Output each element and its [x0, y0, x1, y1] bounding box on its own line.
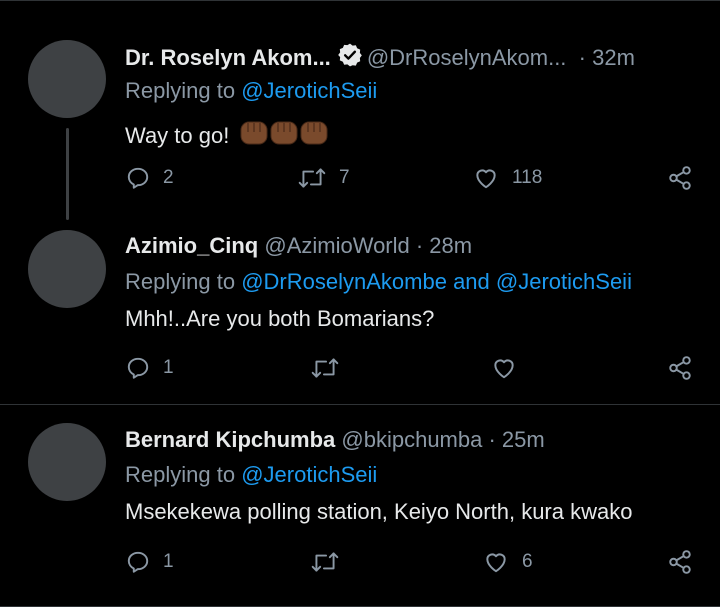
like-icon — [476, 169, 496, 189]
verified-badge-icon — [337, 42, 363, 74]
retweet-button[interactable] — [310, 353, 340, 383]
tweet-header: Azimio_Cinq @AzimioWorld · 28m — [125, 233, 472, 259]
mention-link[interactable]: @DrRoselynAkombe — [241, 269, 447, 294]
author-handle[interactable]: @bkipchumba · 25m — [341, 427, 544, 452]
tweet-3[interactable]: Bernard Kipchumba @bkipchumba · 25m Repl… — [0, 405, 720, 607]
replying-to-prefix: Replying to — [125, 462, 236, 487]
share-icon — [669, 166, 691, 190]
reply-count: 1 — [163, 551, 174, 572]
replying-to-joiner: and — [453, 269, 490, 294]
share-icon — [669, 356, 691, 380]
reply-count: 1 — [163, 357, 174, 378]
author-name[interactable]: Bernard Kipchumba — [125, 427, 335, 452]
like-button[interactable]: 6 — [482, 547, 533, 577]
reply-button[interactable]: 1 — [125, 547, 174, 577]
replying-to-prefix: Replying to — [125, 78, 236, 103]
retweet-button[interactable]: 7 — [297, 163, 350, 193]
reply-count: 2 — [163, 167, 174, 188]
reply-icon — [127, 357, 149, 379]
tweet-actions: 1 6 — [0, 547, 720, 577]
tweet-1[interactable]: Dr. Roselyn Akom... @DrRoselynAkom... · 3… — [0, 0, 720, 220]
retweet-icon — [298, 168, 326, 188]
avatar[interactable] — [28, 40, 106, 118]
author-handle[interactable]: @AzimioWorld · 28m — [264, 233, 472, 258]
tweet-text-content: Way to go! — [125, 123, 230, 148]
replying-to: Replying to @JerotichSeii — [125, 462, 377, 488]
avatar[interactable] — [28, 230, 106, 308]
replying-to: Replying to @JerotichSeii — [125, 78, 377, 104]
reply-icon — [127, 551, 149, 573]
retweet-count: 7 — [339, 167, 350, 188]
tweet-header: Dr. Roselyn Akom... @DrRoselynAkom... · 3… — [125, 42, 635, 74]
replying-to: Replying to @DrRoselynAkombe and @Jeroti… — [125, 269, 632, 295]
avatar[interactable] — [28, 423, 106, 501]
mention-link[interactable]: @JerotichSeii — [496, 269, 632, 294]
reply-icon — [127, 167, 149, 189]
reply-button[interactable]: 2 — [125, 163, 174, 193]
tweet-2[interactable]: Azimio_Cinq @AzimioWorld · 28m Replying … — [0, 215, 720, 405]
retweet-button[interactable] — [310, 547, 340, 577]
tweet-header: Bernard Kipchumba @bkipchumba · 25m — [125, 427, 545, 453]
tweet-actions: 1 — [0, 353, 720, 383]
raised-fist-emoji — [239, 116, 329, 154]
author-handle[interactable]: @DrRoselynAkom... — [367, 45, 567, 70]
tweet-text: Msekekewa polling station, Keiyo North, … — [125, 499, 633, 524]
retweet-icon — [311, 552, 339, 572]
like-icon — [494, 359, 514, 379]
reply-button[interactable]: 1 — [125, 353, 174, 383]
tweet-time[interactable]: · 32m — [579, 45, 635, 70]
share-icon — [669, 550, 691, 574]
like-count: 6 — [522, 551, 533, 572]
share-button[interactable] — [667, 547, 693, 577]
author-name[interactable]: Azimio_Cinq — [125, 233, 258, 258]
like-icon — [486, 553, 506, 573]
author-name[interactable]: Dr. Roselyn Akom... — [125, 45, 331, 70]
mention-link[interactable]: @JerotichSeii — [241, 462, 377, 487]
like-button[interactable] — [490, 353, 518, 383]
share-button[interactable] — [667, 163, 693, 193]
tweet-text: Mhh!..Are you both Bomarians? — [125, 306, 435, 331]
like-button[interactable]: 118 — [472, 163, 542, 193]
tweet-actions: 2 7 118 — [0, 163, 720, 193]
mention-link[interactable]: @JerotichSeii — [241, 78, 377, 103]
like-count: 118 — [512, 167, 543, 188]
share-button[interactable] — [667, 353, 693, 383]
replying-to-prefix: Replying to — [125, 269, 236, 294]
retweet-icon — [311, 358, 339, 378]
tweet-text: Way to go! — [125, 116, 329, 154]
